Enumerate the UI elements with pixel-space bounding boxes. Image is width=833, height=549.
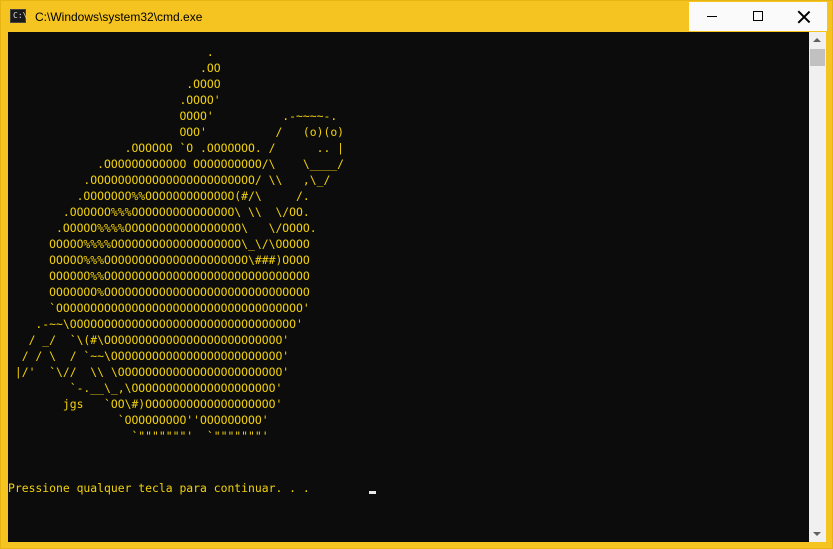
ascii-art-line: OOO' / (o)(o) (8, 125, 345, 139)
scroll-thumb[interactable] (810, 49, 825, 66)
minimize-icon (707, 16, 717, 17)
ascii-art-line: .OOOOOOOOOOOOOOOOOOOOOOOO/ \\ ,\_/ (8, 173, 331, 187)
close-button[interactable] (781, 2, 827, 31)
ascii-art-line: .OO (8, 61, 221, 75)
maximize-icon (753, 11, 763, 21)
title-bar[interactable]: C:\ C:\Windows\system32\cmd.exe (1, 1, 832, 32)
ascii-art-line: .OOOOOO `O .OOOOOOO. / .. | (8, 141, 345, 155)
window-title: C:\Windows\system32\cmd.exe (35, 10, 203, 24)
scroll-down-arrow-icon[interactable] (809, 525, 826, 542)
vertical-scrollbar[interactable] (809, 32, 826, 542)
ascii-art-line: jgs `OO\#)OOOOOOOOOOOOOOOOOOO' (8, 397, 283, 411)
ascii-art-line: OOOOO%%%OOOOOOOOOOOOOOOOOOOOO\###)OOOO (8, 253, 310, 267)
ascii-art-line: .OOOO' (8, 93, 221, 107)
ascii-art-line: OOOOO%%%%OOOOOOOOOOOOOOOOOOO\_\/\OOOOO (8, 237, 310, 251)
ascii-art-line: .OOOOOOO%%OOOOOOOOOOOOO(#/\ /. (8, 189, 310, 203)
cmd-icon[interactable]: C:\ (10, 9, 28, 23)
ascii-art-line: OOOOOO%%OOOOOOOOOOOOOOOOOOOOOOOOOOOOOO (8, 269, 310, 283)
ascii-art-line: |/' `\// \\ \OOOOOOOOOOOOOOOOOOOOOOOO' (8, 365, 290, 379)
ascii-art-line: OOOOOOO%OOOOOOOOOOOOOOOOOOOOOOOOOOOOOO (8, 285, 310, 299)
scroll-up-arrow-icon[interactable] (809, 32, 826, 49)
minimize-button[interactable] (689, 2, 735, 31)
ascii-art-line: .-~~\OOOOOOOOOOOOOOOOOOOOOOOOOOOOOOOOO' (8, 317, 303, 331)
text-cursor (369, 491, 376, 494)
ascii-art-line: / _/ `\(#\OOOOOOOOOOOOOOOOOOOOOOOOOO' (8, 333, 290, 347)
pause-prompt: Pressione qualquer tecla para continuar.… (8, 481, 310, 495)
cmd-window: C:\ C:\Windows\system32\cmd.exe . .OO .O… (0, 0, 833, 549)
ascii-art-line: . (8, 45, 214, 59)
ascii-art-line: `"""""""' `"""""""' (8, 429, 269, 443)
maximize-button[interactable] (735, 2, 781, 31)
close-icon (797, 10, 811, 24)
ascii-art-line: .OOOO (8, 77, 221, 91)
ascii-art-line: `OOOOOOOOO''OOOOOOOOO' (8, 413, 269, 427)
ascii-art-line: .OOOOO%%%%OOOOOOOOOOOOOOOOO\ \/OOOO. (8, 221, 317, 235)
ascii-art-line: .OOOOOO%%%OOOOOOOOOOOOOOO\ \\ \/OO. (8, 205, 310, 219)
console-output[interactable]: . .OO .OOOO .OOOO' OOOO' .-~~~~-. OOO' /… (8, 32, 809, 542)
cmd-icon-glyph: C:\ (13, 11, 28, 20)
ascii-art-line: / / \ / `~~\OOOOOOOOOOOOOOOOOOOOOOOOO' (8, 349, 290, 363)
ascii-art-line: `OOOOOOOOOOOOOOOOOOOOOOOOOOOOOOOOOOOO' (8, 301, 310, 315)
ascii-art-line: OOOO' .-~~~~-. (8, 109, 338, 123)
ascii-art-line: `-.__\_,\OOOOOOOOOOOOOOOOOOOOO' (8, 381, 283, 395)
ascii-art-line: .OOOOOOOOOOOO OOOOOOOOOO/\ \____/ (8, 157, 345, 171)
